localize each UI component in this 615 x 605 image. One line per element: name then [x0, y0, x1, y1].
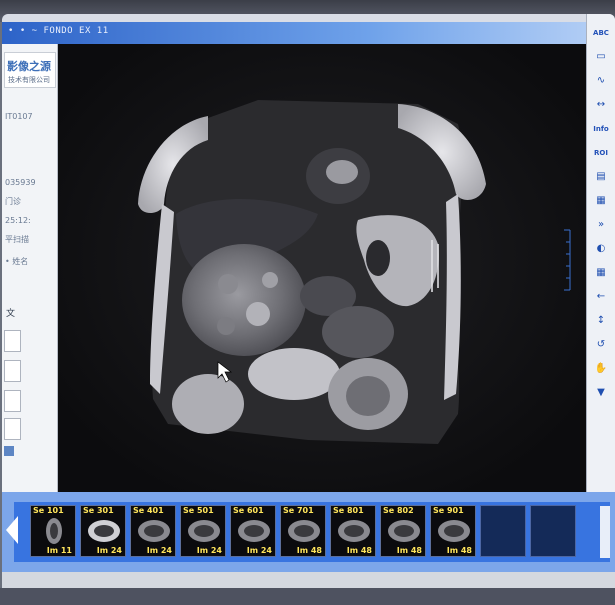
thumbnail-preview: [238, 520, 270, 542]
input-box-3[interactable]: [4, 390, 21, 412]
mri-coronal-image: [58, 44, 586, 492]
image-count: Im 24: [96, 546, 122, 555]
series-thumbnail[interactable]: Se 301 Im 24: [80, 505, 126, 557]
series-number: Se 301: [83, 506, 114, 515]
panel-scroll-handle[interactable]: [4, 446, 14, 456]
input-box-2[interactable]: [4, 360, 21, 382]
series-thumbnail[interactable]: Se 101 Im 11: [30, 505, 76, 557]
image-count: Im 48: [296, 546, 322, 555]
scroll-tool[interactable]: ↕: [590, 312, 612, 329]
series-number: Se 901: [433, 506, 464, 515]
tool-palette: ABC ▭ ∿ ↔ Info ROI ▤ ▦ » ◐ ▦ ← ↕ ↺ ✋ ▼: [586, 14, 615, 494]
department: 门诊: [5, 197, 21, 206]
study-time: 25:12:: [5, 216, 31, 225]
series-thumbnail[interactable]: Se 501 Im 24: [180, 505, 226, 557]
thumbnail-preview: [46, 518, 62, 544]
input-box-4[interactable]: [4, 418, 21, 440]
series-thumbnail[interactable]: Se 901 Im 48: [430, 505, 476, 557]
patient-info-panel: 影像之源 技术有限公司 IT0107 035939 门诊 25:12: 平扫描 …: [2, 44, 58, 492]
input-box-1[interactable]: [4, 330, 21, 352]
thumbnail-preview: [188, 520, 220, 542]
series-number: Se 601: [233, 506, 264, 515]
series-thumbnail[interactable]: Se 701 Im 48: [280, 505, 326, 557]
image-count: Im 11: [46, 546, 72, 555]
section-label: 文: [6, 309, 16, 319]
series-thumbnail[interactable]: Se 401 Im 24: [130, 505, 176, 557]
more-tool[interactable]: ▼: [590, 384, 612, 401]
title-bar: • • ~ FONDO EX 11: [2, 22, 615, 44]
thumbnail-preview: [438, 520, 470, 542]
info-tool[interactable]: Info: [590, 120, 612, 137]
thumbnail-preview: [338, 520, 370, 542]
series-thumbnail[interactable]: Se 601 Im 24: [230, 505, 276, 557]
series-number: Se 701: [283, 506, 314, 515]
series-thumbnail[interactable]: Se 801 Im 48: [330, 505, 376, 557]
scan-type: 平扫描: [5, 235, 29, 244]
patient-id: IT0107: [5, 112, 33, 121]
image-viewport[interactable]: [58, 44, 586, 492]
roi-tool[interactable]: ROI: [590, 144, 612, 161]
series-number: Se 101: [33, 506, 64, 515]
grid-tool[interactable]: ▦: [590, 264, 612, 281]
text-annotation-tool[interactable]: ABC: [590, 24, 612, 41]
measure-tool[interactable]: ↔: [590, 96, 612, 113]
series-number: Se 401: [133, 506, 164, 515]
thumbnail-preview: [138, 520, 170, 542]
image-count: Im 48: [346, 546, 372, 555]
monitor-bottom-bezel: [0, 588, 615, 605]
series-number: Se 501: [183, 506, 214, 515]
prev-tool[interactable]: ←: [590, 288, 612, 305]
empty-thumbnail-slot: [480, 505, 526, 557]
thumbnail-preview: [288, 520, 320, 542]
scroll-left-arrow-icon[interactable]: [6, 516, 18, 544]
thumbnail-preview: [88, 520, 120, 542]
study-number: 035939: [5, 178, 36, 187]
invert-tool[interactable]: »: [590, 216, 612, 233]
layout-tool[interactable]: ▦: [590, 192, 612, 209]
empty-thumbnail-slot: [530, 505, 576, 557]
window-title: • • ~ FONDO EX 11: [8, 26, 109, 36]
series-number: Se 802: [383, 506, 414, 515]
image-count: Im 48: [396, 546, 422, 555]
series-thumbnail-bar: Se 101 Im 11 Se 301 Im 24 Se 401 Im 24 Se 501 I…: [6, 502, 610, 562]
image-count: Im 24: [146, 546, 172, 555]
freehand-tool[interactable]: ∿: [590, 72, 612, 89]
image-count: Im 48: [446, 546, 472, 555]
thumbnail-preview: [388, 520, 420, 542]
image-count: Im 24: [196, 546, 222, 555]
name-label: • 姓名: [5, 257, 29, 266]
pacs-viewer-window: • • ~ FONDO EX 11 影像之源 技术有限公司 IT0107 035…: [2, 14, 615, 599]
scroll-right-handle[interactable]: [600, 506, 610, 558]
logo-sub-text: 技术有限公司: [8, 76, 50, 84]
image-count: Im 24: [246, 546, 272, 555]
hospital-logo: 影像之源 技术有限公司: [4, 52, 56, 88]
pan-tool[interactable]: ✋: [590, 360, 612, 377]
logo-main-text: 影像之源: [7, 60, 51, 73]
rotate-tool[interactable]: ↺: [590, 336, 612, 353]
overlay-tool[interactable]: ▤: [590, 168, 612, 185]
series-thumbnail[interactable]: Se 802 Im 48: [380, 505, 426, 557]
series-number: Se 801: [333, 506, 364, 515]
rectangle-tool[interactable]: ▭: [590, 48, 612, 65]
window-level-tool[interactable]: ◐: [590, 240, 612, 257]
